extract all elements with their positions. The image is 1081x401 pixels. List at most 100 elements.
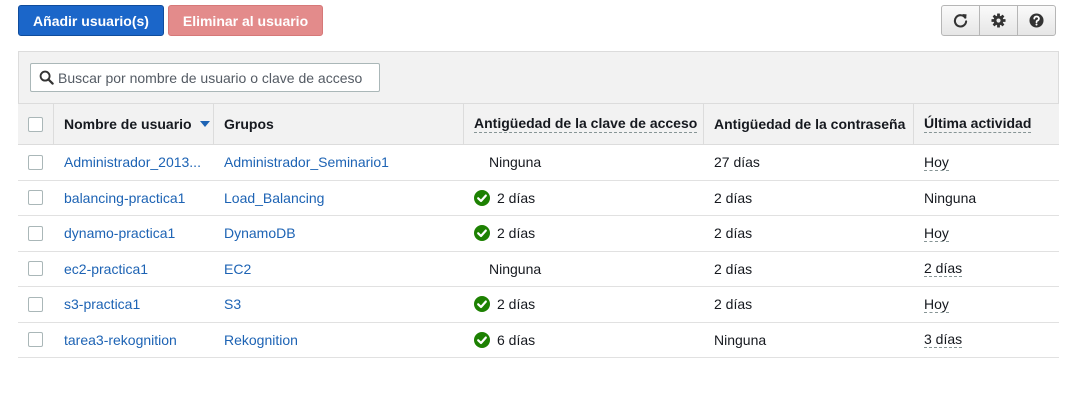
last-activity-cell: 3 días: [914, 323, 1059, 358]
group-cell: S3: [214, 287, 464, 322]
row-checkbox[interactable]: [28, 154, 43, 170]
settings-button[interactable]: [979, 5, 1018, 36]
select-all-checkbox[interactable]: [28, 116, 43, 132]
select-all-cell: [18, 104, 54, 144]
password-age-cell: 2 días: [704, 181, 914, 216]
add-users-button[interactable]: Añadir usuario(s): [18, 5, 164, 36]
username-link[interactable]: tarea3-rekognition: [64, 332, 177, 348]
column-header-username-label: Nombre de usuario: [64, 116, 192, 132]
row-checkbox[interactable]: [28, 296, 43, 312]
row-select-cell: [18, 252, 54, 287]
last-activity-value[interactable]: Hoy: [924, 225, 949, 242]
username-cell: tarea3-rekognition: [54, 323, 214, 358]
last-activity-cell: Hoy: [914, 216, 1059, 251]
sort-descending-icon: [199, 121, 210, 127]
group-link[interactable]: EC2: [224, 261, 251, 277]
column-header-access-key-age[interactable]: Antigüedad de la clave de acceso: [464, 104, 704, 144]
last-activity-value[interactable]: Hoy: [924, 154, 949, 171]
refresh-button[interactable]: [941, 5, 980, 36]
column-header-access-key-age-label: Antigüedad de la clave de acceso: [474, 115, 698, 133]
username-cell: Administrador_2013...: [54, 145, 214, 180]
toolbar: Añadir usuario(s) Eliminar al usuario: [0, 0, 1081, 44]
column-header-password-age[interactable]: Antigüedad de la contraseña: [704, 104, 914, 144]
users-panel: Nombre de usuario Grupos Antigüedad de l…: [18, 51, 1059, 358]
username-cell: s3-practica1: [54, 287, 214, 322]
row-select-cell: [18, 287, 54, 322]
group-link[interactable]: S3: [224, 296, 241, 312]
table-header: Nombre de usuario Grupos Antigüedad de l…: [18, 103, 1059, 145]
users-table: Nombre de usuario Grupos Antigüedad de l…: [18, 103, 1059, 358]
password-age-cell: 2 días: [704, 216, 914, 251]
access-key-age-cell: 2 días: [464, 181, 704, 216]
group-cell: Rekognition: [214, 323, 464, 358]
access-key-age-value: 2 días: [497, 225, 536, 242]
last-activity-cell: Hoy: [914, 145, 1059, 180]
group-link[interactable]: Administrador_Seminario1: [224, 154, 389, 170]
table-row[interactable]: Administrador_2013... Administrador_Semin…: [18, 145, 1059, 181]
access-key-age-value: Ninguna: [489, 154, 542, 171]
table-row[interactable]: s3-practica1 S3 2 días 2 días Hoy: [18, 287, 1059, 323]
access-key-age-cell: 2 días: [464, 216, 704, 251]
table-row[interactable]: ec2-practica1 EC2 Ninguna 2 días 2 días: [18, 252, 1059, 287]
username-link[interactable]: Administrador_2013...: [64, 154, 201, 170]
password-age-value: Ninguna: [714, 331, 767, 348]
help-button[interactable]: [1017, 5, 1056, 36]
column-header-last-activity-label: Última actividad: [924, 115, 1032, 133]
table-row[interactable]: tarea3-rekognition Rekognition 6 días Ningu…: [18, 323, 1059, 358]
last-activity-value[interactable]: 2 días: [924, 260, 963, 278]
row-checkbox[interactable]: [28, 332, 43, 348]
table-row[interactable]: dynamo-practica1 DynamoDB 2 días 2 días Hoy: [18, 216, 1059, 252]
password-age-value: 27 días: [714, 154, 760, 171]
search-icon: [39, 70, 54, 85]
last-activity-value: Ninguna: [924, 189, 977, 206]
table-row[interactable]: balancing-practica1 Load_Balancing 2 días 2…: [18, 181, 1059, 216]
username-link[interactable]: s3-practica1: [64, 296, 140, 312]
row-checkbox[interactable]: [28, 261, 43, 277]
access-key-age-cell: Ninguna: [464, 252, 704, 287]
search-box[interactable]: [30, 63, 380, 92]
access-key-age-cell: Ninguna: [464, 145, 704, 180]
row-checkbox[interactable]: [28, 225, 43, 241]
toolbar-icon-group: [941, 5, 1056, 36]
group-link[interactable]: Load_Balancing: [224, 190, 324, 206]
refresh-icon: [953, 13, 968, 28]
last-activity-value[interactable]: Hoy: [924, 296, 949, 313]
group-cell: Administrador_Seminario1: [214, 145, 464, 180]
row-select-cell: [18, 181, 54, 216]
check-circle-icon: [474, 189, 490, 206]
username-cell: ec2-practica1: [54, 252, 214, 287]
check-circle-icon: [474, 331, 490, 348]
column-header-groups[interactable]: Grupos: [214, 104, 464, 144]
password-age-cell: 27 días: [704, 145, 914, 180]
password-age-cell: Ninguna: [704, 323, 914, 358]
access-key-age-value: 2 días: [497, 189, 536, 206]
filter-bar: [18, 51, 1059, 103]
group-cell: EC2: [214, 252, 464, 287]
check-circle-icon: [474, 225, 490, 242]
check-circle-icon: [474, 296, 490, 313]
username-link[interactable]: ec2-practica1: [64, 261, 148, 277]
group-link[interactable]: Rekognition: [224, 332, 298, 348]
delete-user-button[interactable]: Eliminar al usuario: [168, 5, 323, 36]
row-checkbox[interactable]: [28, 190, 43, 206]
column-header-last-activity[interactable]: Última actividad: [914, 104, 1059, 144]
row-select-cell: [18, 216, 54, 251]
last-activity-cell: 2 días: [914, 252, 1059, 287]
password-age-value: 2 días: [714, 296, 753, 313]
last-activity-value[interactable]: 3 días: [924, 331, 963, 349]
password-age-value: 2 días: [714, 260, 753, 277]
username-cell: balancing-practica1: [54, 181, 214, 216]
column-header-password-age-label: Antigüedad de la contraseña: [714, 116, 906, 132]
group-cell: Load_Balancing: [214, 181, 464, 216]
username-link[interactable]: balancing-practica1: [64, 190, 185, 206]
row-select-cell: [18, 145, 54, 180]
group-cell: DynamoDB: [214, 216, 464, 251]
group-link[interactable]: DynamoDB: [224, 225, 296, 241]
access-key-age-cell: 2 días: [464, 287, 704, 322]
search-input[interactable]: [58, 69, 368, 86]
column-header-username[interactable]: Nombre de usuario: [54, 104, 214, 144]
username-cell: dynamo-practica1: [54, 216, 214, 251]
username-link[interactable]: dynamo-practica1: [64, 225, 175, 241]
access-key-age-value: 6 días: [497, 331, 536, 348]
password-age-cell: 2 días: [704, 287, 914, 322]
